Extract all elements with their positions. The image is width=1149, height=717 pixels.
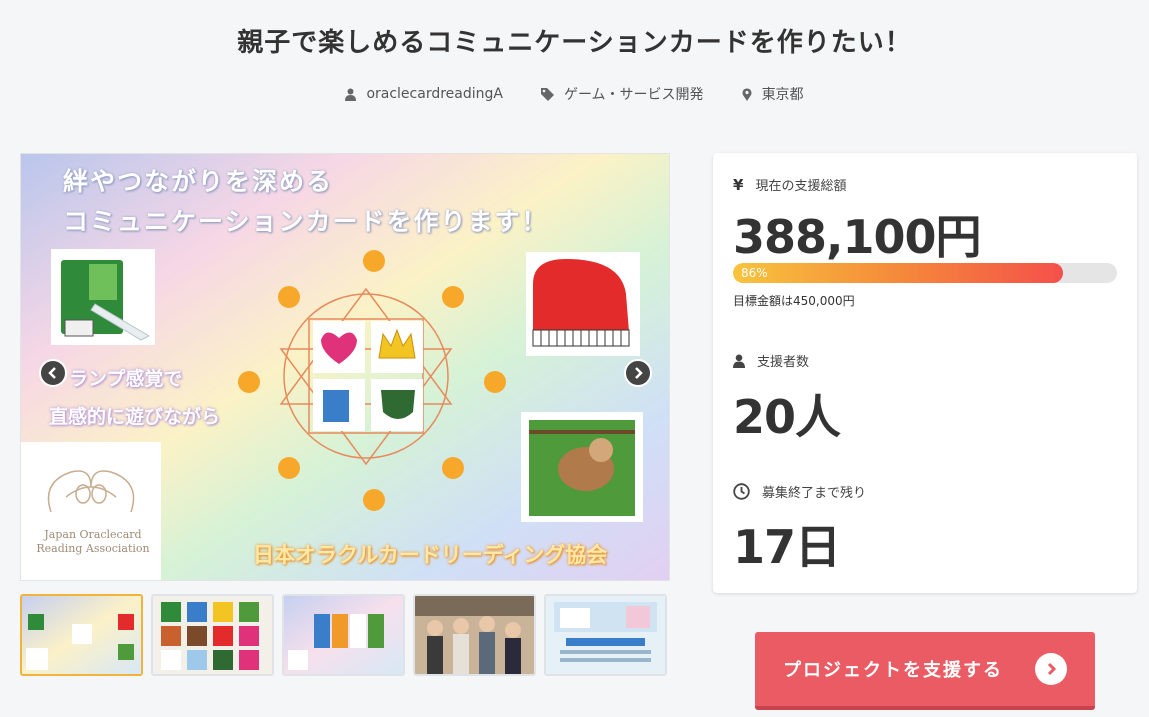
supporters-count: 20人 <box>733 390 841 444</box>
funding-label-row: ¥ 現在の支援総額 <box>733 175 847 195</box>
logo-text-line1: Japan Oraclecard <box>44 528 142 541</box>
thumbnail-1[interactable] <box>20 594 143 676</box>
thumbnail-5[interactable] <box>544 594 667 676</box>
slide-heading-line2: コミュニケーションカードを作ります！ <box>63 207 549 236</box>
category-link[interactable]: ゲーム・サービス開発 <box>540 84 704 104</box>
bird-emblem <box>47 470 135 513</box>
supporters-label-row: 支援者数 <box>733 351 809 370</box>
project-meta: oraclecardreadingA ゲーム・サービス開発 東京都 <box>0 84 1149 104</box>
location-name: 東京都 <box>761 87 804 103</box>
funding-stats-card: ¥ 現在の支援総額 388,100円 86% 目標金額は450,000円 支援者… <box>713 153 1137 593</box>
yen-icon: ¥ <box>733 175 744 194</box>
funding-progress-fill <box>733 263 1064 283</box>
project-title: 親子で楽しめるコミュニケーションカードを作りたい！ <box>237 28 912 58</box>
thumbnail-2[interactable] <box>151 594 274 676</box>
owner-name: oraclecardreadingA <box>366 86 503 102</box>
funding-progress-label: 86% <box>741 266 768 280</box>
location-link[interactable]: 東京都 <box>742 84 804 104</box>
clock-icon <box>733 483 750 500</box>
supporters-label: 支援者数 <box>757 355 810 370</box>
user-icon <box>345 88 357 101</box>
owner-link[interactable]: oraclecardreadingA <box>345 84 503 104</box>
chevron-left-icon <box>48 367 56 379</box>
thumbnail-2-image <box>153 596 272 674</box>
remaining-label-row: 募集終了まで残り <box>733 482 866 501</box>
remaining-label: 募集終了まで残り <box>762 486 867 501</box>
carousel-prev-button[interactable] <box>39 359 67 387</box>
thumbnail-strip <box>20 594 667 676</box>
support-button-label: プロジェクトを支援する <box>783 660 1003 681</box>
tag-icon <box>540 87 554 101</box>
slide-mid-line2: 直感的に遊びながら <box>49 406 221 428</box>
slide-heading-line1: 絆やつながりを深める <box>63 167 334 196</box>
remaining-days: 17日 <box>733 520 841 574</box>
thumbnail-4[interactable] <box>413 594 536 676</box>
funding-label: 現在の支援総額 <box>755 179 847 194</box>
user-icon <box>733 354 745 368</box>
thumbnail-3[interactable] <box>282 594 405 676</box>
goal-amount: 目標金額は450,000円 <box>733 294 855 308</box>
support-project-button[interactable]: プロジェクトを支援する <box>755 632 1095 710</box>
map-pin-icon <box>742 87 752 101</box>
slide-mid-line1: ランプ感覚で <box>69 368 183 390</box>
chevron-right-circle-icon <box>1035 653 1067 685</box>
logo-text-line2: Reading Association <box>36 542 150 555</box>
association-name: Japan Oraclecard Reading Association <box>33 528 153 556</box>
thumbnail-1-image <box>22 596 141 674</box>
main-slide-image[interactable]: 絆やつながりを深める コミュニケーションカードを作ります！ ランプ感覚で 直感的… <box>20 153 670 581</box>
thumbnail-4-image <box>415 596 534 674</box>
association-logo: Japan Oraclecard Reading Association <box>21 442 161 580</box>
carousel-next-button[interactable] <box>624 359 652 387</box>
category-name: ゲーム・サービス開発 <box>563 87 704 103</box>
funding-amount: 388,100円 <box>733 210 982 264</box>
thumbnail-5-image <box>546 596 665 674</box>
thumbnail-3-image <box>284 596 403 674</box>
slide-footer-text: 日本オラクルカードリーディング協会 <box>253 543 608 567</box>
chevron-right-icon <box>635 367 643 379</box>
funding-progress-bar: 86% <box>733 263 1117 283</box>
